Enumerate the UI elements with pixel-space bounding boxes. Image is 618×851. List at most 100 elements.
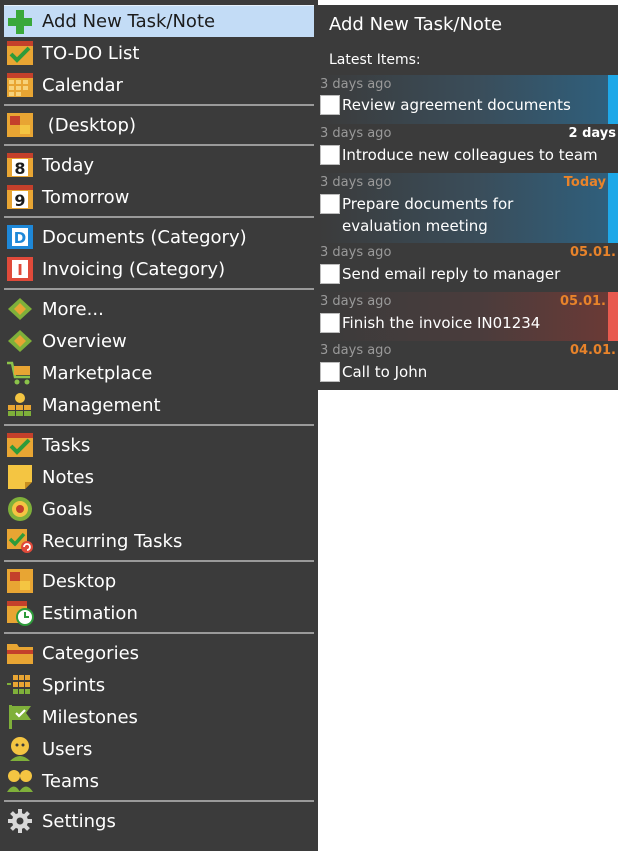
panel-title: Add New Task/Note — [329, 14, 503, 35]
category-d-icon: D — [6, 224, 34, 250]
menu-item-label: Recurring Tasks — [42, 530, 183, 552]
menu-separator — [4, 144, 314, 146]
menu-item-desktop-shortcut[interactable]: (Desktop) — [4, 109, 314, 141]
task-title: Finish the invoice IN01234 — [342, 314, 541, 332]
tasks-icon — [6, 432, 34, 458]
menu-item-settings[interactable]: Settings — [4, 805, 314, 837]
category-i-letter: I — [17, 261, 23, 279]
menu-separator — [4, 216, 314, 218]
menu-item-management[interactable]: Management — [4, 389, 314, 421]
menu-separator — [4, 632, 314, 634]
task-checkbox[interactable] — [320, 145, 340, 165]
menu-item-label: Users — [42, 738, 93, 760]
marketplace-cart-icon — [6, 360, 34, 386]
task-priority-bar — [608, 75, 618, 124]
tomorrow-icon: 9 — [6, 184, 34, 210]
task-age: 3 days ago — [320, 343, 392, 358]
category-d-letter: D — [14, 229, 26, 247]
task-age: 3 days ago — [320, 245, 392, 260]
menu-item-categories[interactable]: Categories — [4, 637, 314, 669]
menu-item-label: Sprints — [42, 674, 106, 696]
notes-icon — [6, 464, 34, 490]
add-task-flyout-panel: Add New Task/Note Latest Items: 3 days a… — [318, 5, 618, 390]
menu-item-label: Calendar — [42, 74, 123, 96]
task-checkbox[interactable] — [320, 264, 340, 284]
menu-item-label: Overview — [42, 330, 127, 352]
menu-item-teams[interactable]: Teams — [4, 765, 314, 797]
today-icon: 8 — [6, 152, 34, 178]
todo-list-icon — [6, 40, 34, 66]
task-title: Send email reply to manager — [342, 265, 561, 283]
task-item[interactable]: 3 days ago Today Prepare documents for e… — [318, 173, 618, 243]
menu-item-label: Invoicing (Category) — [42, 258, 226, 280]
menu-item-tomorrow[interactable]: 9 Tomorrow — [4, 181, 314, 213]
task-item[interactable]: 3 days ago Review agreement documents — [318, 75, 618, 124]
menu-separator — [4, 424, 314, 426]
menu-item-label: Tomorrow — [42, 186, 130, 208]
task-checkbox[interactable] — [320, 95, 340, 115]
overview-icon — [6, 328, 34, 354]
menu-item-documents-category[interactable]: D Documents (Category) — [4, 221, 314, 253]
menu-item-estimation[interactable]: Estimation — [4, 597, 314, 629]
menu-item-label: Tasks — [42, 434, 91, 456]
menu-item-label: Estimation — [42, 602, 138, 624]
menu-item-label: Today — [42, 154, 95, 176]
sprints-icon — [6, 672, 34, 698]
task-age: 3 days ago — [320, 126, 392, 141]
team-icon — [6, 768, 34, 794]
menu-item-recurring-tasks[interactable]: Recurring Tasks — [4, 525, 314, 557]
task-age: 3 days ago — [320, 175, 392, 190]
menu-item-label: Goals — [42, 498, 93, 520]
menu-item-add-new-task[interactable]: Add New Task/Note — [4, 5, 314, 37]
task-checkbox[interactable] — [320, 194, 340, 214]
management-icon — [6, 392, 34, 418]
plus-icon — [6, 9, 34, 35]
menu-item-sprints[interactable]: Sprints — [4, 669, 314, 701]
menu-item-today[interactable]: 8 Today — [4, 149, 314, 181]
task-item[interactable]: 3 days ago 05.01. Finish the invoice IN0… — [318, 292, 618, 341]
task-item[interactable]: 3 days ago 05.01. Send email reply to ma… — [318, 243, 618, 292]
menu-item-tasks[interactable]: Tasks — [4, 429, 314, 461]
categories-folder-icon — [6, 640, 34, 666]
menu-item-calendar[interactable]: Calendar — [4, 69, 314, 101]
recurring-tasks-icon — [6, 528, 34, 554]
menu-item-todo-list[interactable]: TO-DO List — [4, 37, 314, 69]
menu-item-label: Teams — [42, 770, 99, 792]
user-icon — [6, 736, 34, 762]
menu-item-label: Marketplace — [42, 362, 153, 384]
menu-item-desktop[interactable]: Desktop — [4, 565, 314, 597]
menu-separator — [4, 288, 314, 290]
task-due-date: 2 days — [568, 126, 616, 141]
task-item[interactable]: 3 days ago 2 days Introduce new colleagu… — [318, 124, 618, 173]
gear-icon — [6, 808, 34, 834]
menu-item-notes[interactable]: Notes — [4, 461, 314, 493]
latest-items-label: Latest Items: — [329, 52, 421, 68]
task-checkbox[interactable] — [320, 313, 340, 333]
menu-item-label: Categories — [42, 642, 140, 664]
menu-item-goals[interactable]: Goals — [4, 493, 314, 525]
milestones-flag-icon — [6, 704, 34, 730]
today-icon-number: 8 — [14, 159, 25, 178]
menu-item-label: TO-DO List — [42, 42, 140, 64]
menu-item-label: Add New Task/Note — [42, 11, 216, 32]
menu-item-users[interactable]: Users — [4, 733, 314, 765]
calendar-icon — [6, 72, 34, 98]
menu-item-invoicing-category[interactable]: I Invoicing (Category) — [4, 253, 314, 285]
menu-separator — [4, 560, 314, 562]
menu-separator — [4, 104, 314, 106]
task-due-date: Today — [563, 175, 606, 190]
task-title: Introduce new colleagues to team — [342, 146, 598, 164]
task-due-date: 05.01. — [569, 245, 616, 260]
task-checkbox[interactable] — [320, 362, 340, 382]
menu-item-overview[interactable]: Overview — [4, 325, 314, 357]
task-title: Prepare documents for evaluation meeting — [342, 195, 514, 235]
menu-item-label: Management — [42, 394, 161, 416]
goals-target-icon — [6, 496, 34, 522]
task-priority-bar — [608, 292, 618, 341]
desktop-icon — [6, 568, 34, 594]
menu-item-marketplace[interactable]: Marketplace — [4, 357, 314, 389]
task-item[interactable]: 3 days ago 04.01. Call to John — [318, 341, 618, 390]
more-icon — [6, 296, 34, 322]
menu-item-milestones[interactable]: Milestones — [4, 701, 314, 733]
menu-item-more[interactable]: More... — [4, 293, 314, 325]
